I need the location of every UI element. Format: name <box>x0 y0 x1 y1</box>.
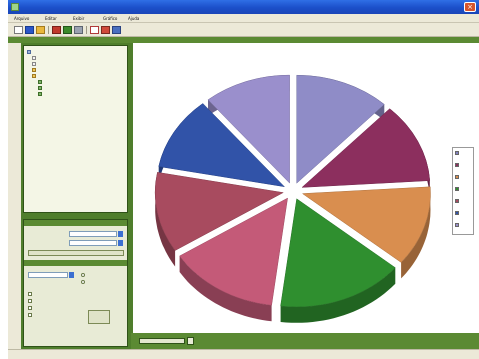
series-tree[interactable] <box>23 45 128 213</box>
zoom-field[interactable] <box>139 338 185 344</box>
option-checkbox[interactable] <box>28 313 32 317</box>
option-checkbox[interactable] <box>28 306 32 310</box>
value-field[interactable] <box>69 231 117 237</box>
tree-node[interactable] <box>27 50 33 55</box>
properties-icon[interactable] <box>112 26 121 34</box>
image-icon[interactable] <box>101 26 110 34</box>
value-stepper[interactable] <box>118 240 123 246</box>
open-icon[interactable] <box>36 26 45 34</box>
legend-swatch <box>455 163 459 167</box>
menu-file[interactable]: Arquivo <box>14 16 29 21</box>
close-button[interactable]: × <box>464 2 476 12</box>
option-checkbox[interactable] <box>28 299 32 303</box>
option-radio[interactable] <box>81 273 85 277</box>
tree-node[interactable] <box>38 80 44 85</box>
new-icon[interactable] <box>14 26 23 34</box>
legend-swatch <box>455 187 459 191</box>
value-stepper[interactable] <box>118 231 123 237</box>
left-panel <box>21 43 131 349</box>
app-window: × Arquivo Editar Exibir Gráfico Ajuda <box>8 0 479 359</box>
pie-chart <box>154 74 431 323</box>
print-icon[interactable] <box>52 26 61 34</box>
chart-area <box>131 43 479 333</box>
toolbar <box>8 23 479 37</box>
chevron-down-icon[interactable] <box>69 272 74 278</box>
menu-bar: Arquivo Editar Exibir Gráfico Ajuda <box>8 14 479 23</box>
toolbar-separator <box>48 26 49 34</box>
legend-swatch <box>455 199 459 203</box>
tree-node[interactable] <box>32 62 38 67</box>
option-radio[interactable] <box>81 280 85 284</box>
tree-node[interactable] <box>32 56 38 61</box>
ok-button[interactable] <box>88 310 110 324</box>
tree-node[interactable] <box>32 68 38 73</box>
value-field[interactable] <box>69 240 117 246</box>
zoom-slider-handle[interactable] <box>187 337 194 345</box>
chart-icon[interactable] <box>63 26 72 34</box>
legend-swatch <box>455 175 459 179</box>
panel-caption <box>24 220 127 226</box>
tree-node[interactable] <box>38 86 44 91</box>
legend-swatch <box>455 151 459 155</box>
chart-legend <box>452 147 474 235</box>
type-dropdown[interactable] <box>28 272 68 278</box>
title-bar: × <box>8 0 479 14</box>
copy-icon[interactable] <box>74 26 83 34</box>
menu-edit[interactable]: Editar <box>45 16 57 21</box>
legend-swatch <box>455 223 459 227</box>
menu-help[interactable]: Ajuda <box>128 16 139 21</box>
panel-caption <box>24 260 127 266</box>
option-checkbox[interactable] <box>28 292 32 296</box>
save-icon[interactable] <box>25 26 34 34</box>
menu-view[interactable]: Exibir <box>73 16 84 21</box>
export-icon[interactable] <box>90 26 99 34</box>
status-bar <box>8 349 479 359</box>
toolbar-separator <box>86 26 87 34</box>
tree-node[interactable] <box>32 74 38 79</box>
menu-chart[interactable]: Gráfico <box>103 16 117 21</box>
properties-panel <box>23 219 128 347</box>
tree-node[interactable] <box>38 92 44 97</box>
app-icon <box>11 3 19 11</box>
apply-button[interactable] <box>28 250 124 256</box>
legend-swatch <box>455 211 459 215</box>
zoom-bar <box>131 333 479 349</box>
